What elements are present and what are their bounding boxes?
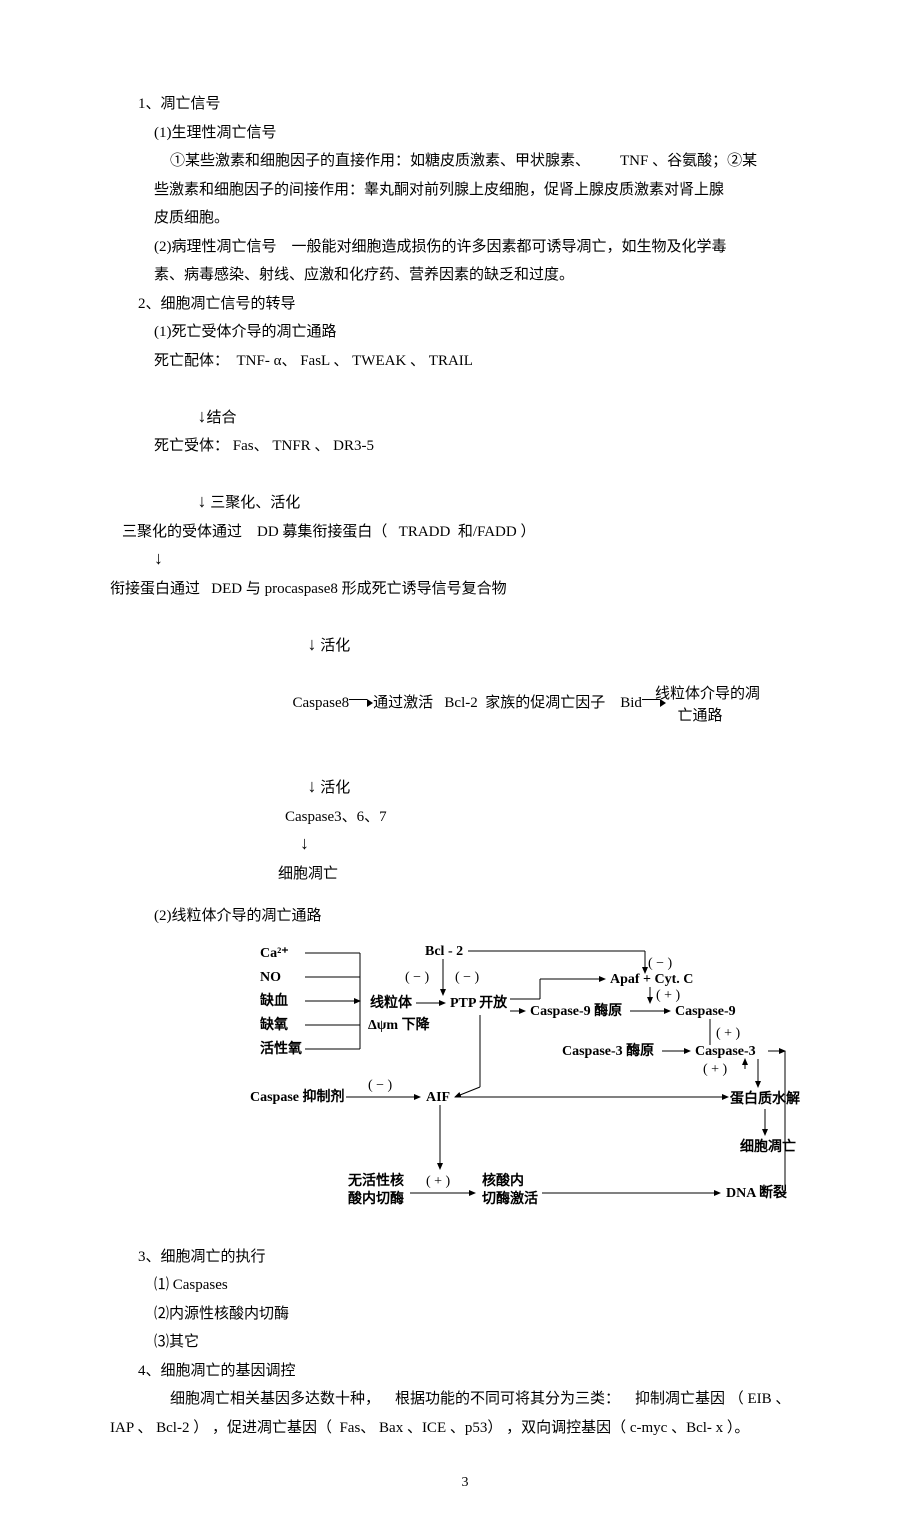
fig-bcl2-label: Bcl - 2 (425, 944, 463, 959)
fig-apoptosis-label: 细胞凋亡 (740, 1138, 796, 1155)
arrow-activate-2-label: 活化 (320, 780, 350, 796)
fig-ptp-label: PTP 开放 (450, 994, 508, 1011)
down-arrow-icon: ↓ (308, 634, 317, 654)
sec3-item1: ⑴ Caspases (110, 1271, 820, 1300)
fig-c3pro-label: Caspase-3 酶原 (562, 1042, 654, 1059)
down-arrow-icon: ↓ (154, 548, 163, 568)
sec3-heading: 3、细胞凋亡的执行 (110, 1243, 820, 1272)
fig-endo-active-a: 核酸内 (482, 1172, 524, 1189)
arrow-trimer-row: ↓ 三聚化、活化 (110, 461, 820, 518)
arrow-bind-label: 结合 (207, 410, 237, 426)
fig-plus-2: ( + ) (716, 1026, 741, 1041)
arrow-bind-row: ↓结合 (110, 375, 820, 432)
sec1-1-heading: (1)生理性凋亡信号 (110, 119, 820, 148)
fig-c9pro-label: Caspase-9 酶原 (530, 1002, 622, 1019)
fig-ischemia-label: 缺血 (260, 992, 288, 1009)
fig-endo-active-b: 切酶激活 (482, 1190, 538, 1207)
caspase8-label: Caspase8 (293, 695, 350, 711)
caspase367-line: Caspase3、6、7 (110, 803, 820, 832)
death-ligand-line: 死亡配体： TNF- α、 FasL 、 TWEAK 、 TRAIL (110, 347, 820, 376)
sec2-2-heading: (2)线粒体介导的凋亡通路 (110, 902, 820, 931)
fig-plus-1: ( + ) (656, 988, 681, 1003)
arrow-activate-2-row: ↓ 活化 (110, 746, 820, 803)
caspase8-line: Caspase8通过激活 Bcl-2 家族的促凋亡因子 Bid 线粒体介导的凋亡… (110, 660, 820, 746)
sec4-heading: 4、细胞凋亡的基因调控 (110, 1357, 820, 1386)
mito-pathway-text: 线粒体介导的凋亡通路 (640, 660, 760, 750)
sec1-1-line2: 些激素和细胞因子的间接作用：睾丸酮对前列腺上皮细胞，促肾上腺皮质激素对肾上腺 (110, 176, 820, 205)
arrow-trimer-label: 三聚化、活化 (210, 495, 300, 511)
sec1-1-line3: 皮质细胞。 (110, 204, 820, 233)
sec4-line2: IAP 、 Bcl-2 ） ，促进凋亡基因（ Fas、 Bax 、ICE 、p5… (110, 1414, 820, 1443)
fig-endo-inactive-a: 无活性核 (347, 1172, 404, 1189)
bcl2-bid-text: 通过激活 Bcl-2 家族的促凋亡因子 Bid (373, 695, 642, 711)
down-arrow-icon: ↓ (308, 776, 317, 796)
fig-minus-2: ( − ) (455, 970, 480, 985)
mitochondrial-pathway-diagram: Ca²⁺ NO 缺血 缺氧 活性氧 Bcl - 2 ( − ) ( − ) ( … (250, 937, 810, 1237)
down-arrow-icon: ↓ (198, 406, 207, 426)
fig-c9-label: Caspase-9 (675, 1004, 736, 1019)
fig-aif-label: AIF (426, 1090, 450, 1105)
sec1-2-line1: (2)病理性凋亡信号 一般能对细胞造成损伤的许多因素都可诱导凋亡，如生物及化学毒 (110, 233, 820, 262)
sec3-item2: ⑵内源性核酸内切酶 (110, 1300, 820, 1329)
death-receptor-line: 死亡受体： Fas、 TNFR 、 DR3-5 (110, 432, 820, 461)
sec1-2-line2: 素、病毒感染、射线、应激和化疗药、营养因素的缺乏和过度。 (110, 261, 820, 290)
fig-apaf-label: Apaf + Cyt. C (610, 972, 693, 987)
fig-caspinh-label: Caspase 抑制剂 (250, 1088, 345, 1105)
fig-proteolysis-label: 蛋白质水解 (730, 1090, 800, 1107)
sec3-item3: ⑶其它 (110, 1328, 820, 1357)
fig-minus-4: ( − ) (368, 1078, 393, 1093)
arrow-activate-1-label: 活化 (320, 638, 350, 654)
fig-no-label: NO (260, 970, 281, 985)
sec1-1-line1: ①某些激素和细胞因子的直接作用：如糖皮质激素、甲状腺素、 TNF 、谷氨酸；②某 (110, 147, 820, 176)
arrow-solo-1: ↓ (110, 546, 820, 575)
fig-ros-label: 活性氧 (260, 1040, 302, 1057)
fig-endo-inactive-b: 酸内切酶 (348, 1190, 404, 1207)
fig-minus-1: ( − ) (405, 970, 430, 985)
sec1-heading: 1、凋亡信号 (110, 90, 820, 119)
page-number: 3 (110, 1470, 820, 1497)
fig-plus-4: ( + ) (426, 1174, 451, 1189)
fig-plus-3: ( + ) (703, 1062, 728, 1077)
down-arrow-icon: ↓ (198, 491, 207, 511)
right-arrow-icon (349, 695, 373, 711)
arrow-solo-2: ↓ (110, 831, 820, 860)
down-arrow-icon: ↓ (300, 833, 309, 853)
fig-minus-3: ( − ) (648, 956, 673, 971)
fig-hypoxia-label: 缺氧 (260, 1016, 288, 1033)
dd-recruit-line: 三聚化的受体通过 DD 募集衔接蛋白（ TRADD 和/FADD ） (110, 518, 820, 547)
ded-complex-line: 衔接蛋白通过 DED 与 procaspase8 形成死亡诱导信号复合物 (110, 575, 820, 604)
sec2-1-heading: (1)死亡受体介导的凋亡通路 (110, 318, 820, 347)
apoptosis-result-line: 细胞凋亡 (110, 860, 820, 889)
sec4-line1: 细胞凋亡相关基因多达数十种， 根据功能的不同可将其分为三类： 抑制凋亡基因 （ … (110, 1385, 820, 1414)
fig-c3-label: Caspase-3 (695, 1044, 756, 1059)
sec2-heading: 2、细胞凋亡信号的转导 (110, 290, 820, 319)
fig-dpsi-label: Δψm 下降 (368, 1016, 431, 1033)
fig-dna-label: DNA 断裂 (726, 1184, 787, 1201)
arrow-activate-1-row: ↓ 活化 (110, 603, 820, 660)
fig-ca-label: Ca²⁺ (260, 946, 289, 961)
fig-mito-label: 线粒体 (370, 994, 413, 1011)
